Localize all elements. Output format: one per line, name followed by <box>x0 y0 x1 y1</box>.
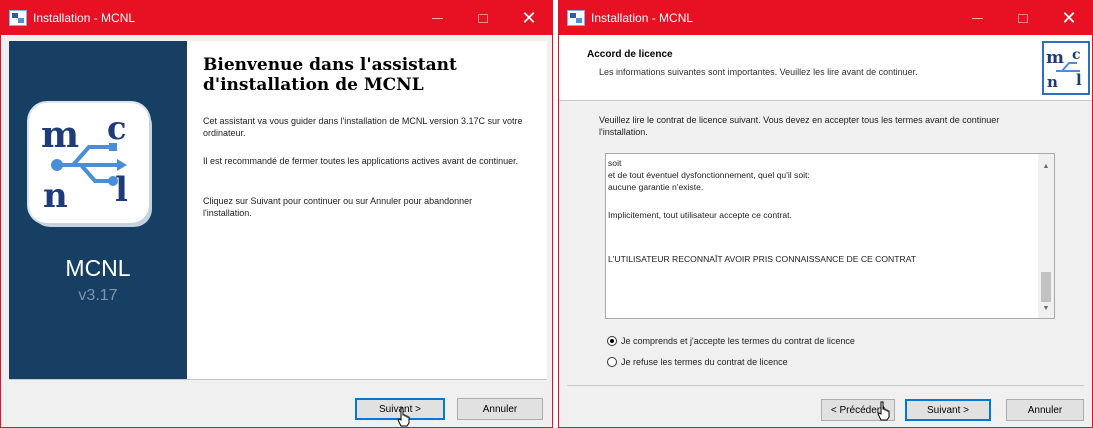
installer-window-license: Installation - MCNL ✕ Accord de licence … <box>558 0 1093 428</box>
license-line: aucune garantie n'existe. <box>608 182 704 192</box>
sidebar-version: v3.17 <box>78 287 118 304</box>
scrollbar-thumb[interactable] <box>1041 272 1051 302</box>
minimize-icon <box>431 17 443 19</box>
close-button[interactable]: ✕ <box>1046 1 1092 35</box>
page-subtitle: Les informations suivantes sont importan… <box>599 67 918 77</box>
license-scrollbar[interactable]: ▲ ▼ <box>1038 154 1054 318</box>
mcnl-small-logo-graphic: m c n l <box>1046 47 1082 91</box>
sidebar-panel: m c n l MCNL v3.17 <box>9 41 187 379</box>
maximize-button[interactable] <box>460 1 506 35</box>
welcome-content: Bienvenue dans l'assistant d'installatio… <box>187 41 547 379</box>
radio-accept-label: Je comprends et j'accepte les termes du … <box>621 336 855 346</box>
welcome-heading: Bienvenue dans l'assistant d'installatio… <box>203 55 457 95</box>
minimize-button[interactable] <box>414 1 460 35</box>
cancel-button[interactable]: Annuler <box>1006 399 1084 421</box>
window-title: Installation - MCNL <box>591 11 694 25</box>
page-header: Accord de licence Les informations suiva… <box>559 35 1092 101</box>
radio-refuse-label: Je refuse les termes du contrat de licen… <box>621 357 788 367</box>
scroll-down-arrow-icon[interactable]: ▼ <box>1038 300 1054 316</box>
radio-accept[interactable]: Je comprends et j'accepte les termes du … <box>607 336 855 346</box>
hand-cursor-icon <box>397 407 410 427</box>
svg-text:l: l <box>1076 71 1082 89</box>
license-line: et de tout éventuel dysfonctionnement, q… <box>608 170 810 180</box>
installer-app-icon <box>567 10 585 26</box>
license-instruction: Veuillez lire le contrat de licence suiv… <box>599 115 1000 137</box>
maximize-icon <box>1018 13 1028 23</box>
sidebar-product-name: MCNL <box>65 255 131 281</box>
next-button[interactable]: Suivant > <box>905 399 991 421</box>
license-line: L'UTILISATEUR RECONNAÎT AVOIR PRIS CONNA… <box>608 254 917 264</box>
welcome-paragraph: Cet assistant va vous guider dans l'inst… <box>203 116 523 138</box>
cancel-button[interactable]: Annuler <box>457 398 543 420</box>
footer-divider <box>567 385 1084 386</box>
svg-text:m: m <box>41 114 79 156</box>
minimize-icon <box>971 17 983 19</box>
title-bar[interactable]: Installation - MCNL ✕ <box>559 1 1092 35</box>
installer-app-icon <box>9 10 27 26</box>
svg-text:c: c <box>107 109 126 147</box>
svg-text:m: m <box>1046 48 1064 68</box>
page-title: Accord de licence <box>587 49 673 60</box>
mcnl-logo-graphic: m c n l <box>41 109 128 216</box>
radio-refuse[interactable]: Je refuse les termes du contrat de licen… <box>607 357 788 367</box>
installer-window-welcome: Installation - MCNL ✕ m c n l MCNL v3.17… <box>0 0 553 428</box>
svg-text:c: c <box>1072 47 1081 63</box>
title-bar[interactable]: Installation - MCNL ✕ <box>1 1 552 35</box>
maximize-button[interactable] <box>1000 1 1046 35</box>
svg-text:n: n <box>43 176 68 216</box>
close-icon: ✕ <box>521 7 537 28</box>
hand-cursor-icon <box>877 401 890 421</box>
svg-text:n: n <box>1047 73 1058 91</box>
license-text-area[interactable]: soit et de tout éventuel dysfonctionneme… <box>605 153 1055 319</box>
maximize-icon <box>478 13 488 23</box>
minimize-button[interactable] <box>954 1 1000 35</box>
window-title: Installation - MCNL <box>33 11 136 25</box>
license-line: soit <box>608 158 622 168</box>
svg-text:l: l <box>115 170 128 210</box>
radio-accept-icon[interactable] <box>607 336 617 346</box>
close-icon: ✕ <box>1061 7 1077 28</box>
footer-divider <box>9 379 547 380</box>
radio-refuse-icon[interactable] <box>607 357 617 367</box>
welcome-paragraph: Il est recommandé de fermer toutes les a… <box>203 156 519 166</box>
mcnl-logo: m c n l <box>29 103 149 223</box>
welcome-paragraph: Cliquez sur Suivant pour continuer ou su… <box>203 196 473 218</box>
mcnl-small-logo: m c n l <box>1042 41 1090 95</box>
close-button[interactable]: ✕ <box>506 1 552 35</box>
scroll-up-arrow-icon[interactable]: ▲ <box>1038 158 1054 174</box>
license-line: Implicitement, tout utilisateur accepte … <box>608 210 792 220</box>
